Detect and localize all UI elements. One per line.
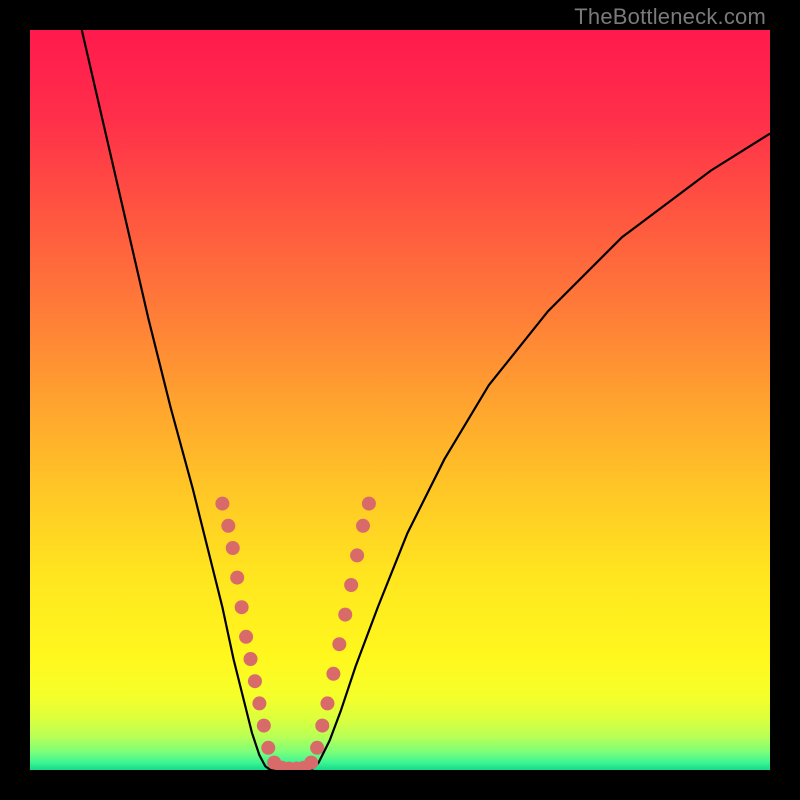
- bottleneck-curve: [82, 30, 770, 770]
- data-marker: [215, 497, 229, 511]
- data-marker: [326, 667, 340, 681]
- data-marker: [261, 741, 275, 755]
- data-marker: [248, 674, 262, 688]
- data-marker: [226, 541, 240, 555]
- data-marker: [257, 719, 271, 733]
- data-marker: [244, 652, 258, 666]
- data-marker: [344, 578, 358, 592]
- data-marker: [320, 696, 334, 710]
- data-marker: [315, 719, 329, 733]
- curve-layer: [30, 30, 770, 770]
- data-marker: [310, 741, 324, 755]
- data-marker: [332, 637, 346, 651]
- data-marker: [252, 696, 266, 710]
- data-marker: [338, 608, 352, 622]
- marker-group: [215, 497, 376, 770]
- chart-frame: TheBottleneck.com: [0, 0, 800, 800]
- data-marker: [362, 497, 376, 511]
- data-marker: [356, 519, 370, 533]
- data-marker: [304, 756, 318, 770]
- watermark-label: TheBottleneck.com: [574, 4, 766, 30]
- data-marker: [221, 519, 235, 533]
- data-marker: [239, 630, 253, 644]
- data-marker: [230, 571, 244, 585]
- plot-area: [30, 30, 770, 770]
- data-marker: [350, 548, 364, 562]
- data-marker: [235, 600, 249, 614]
